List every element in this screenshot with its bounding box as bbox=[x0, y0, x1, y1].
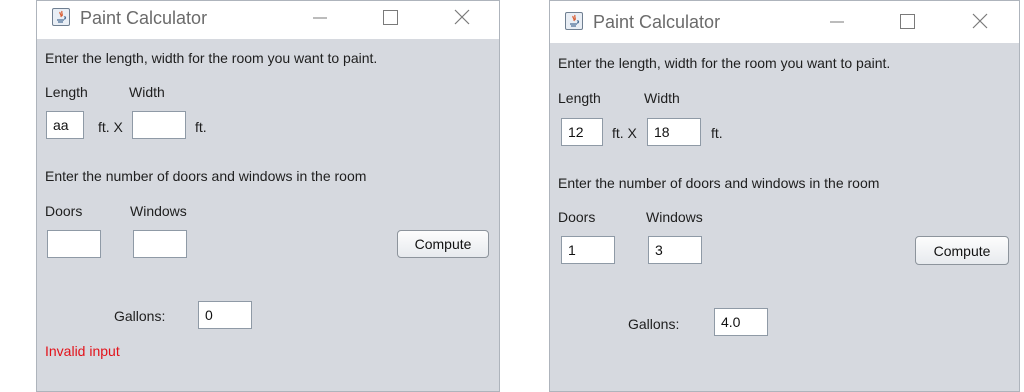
length-input[interactable] bbox=[561, 118, 603, 146]
windows-input[interactable] bbox=[648, 236, 702, 264]
java-app-icon bbox=[565, 12, 583, 30]
maximize-icon[interactable] bbox=[375, 6, 405, 30]
title-bar[interactable]: Paint Calculator bbox=[550, 1, 1019, 43]
maximize-icon[interactable] bbox=[892, 10, 922, 34]
gallons-label: Gallons: bbox=[628, 316, 680, 332]
gallons-output[interactable] bbox=[198, 301, 252, 329]
length-label: Length bbox=[45, 84, 88, 100]
dimensions-instructions: Enter the length, width for the room you… bbox=[45, 50, 378, 66]
dimensions-instructions: Enter the length, width for the room you… bbox=[558, 55, 891, 71]
window-title: Paint Calculator bbox=[80, 8, 208, 28]
close-icon[interactable] bbox=[965, 10, 995, 34]
doors-input[interactable] bbox=[561, 236, 615, 264]
length-input[interactable] bbox=[46, 111, 84, 139]
minimize-icon[interactable] bbox=[822, 10, 852, 34]
ft-label: ft. bbox=[711, 125, 723, 141]
close-icon[interactable] bbox=[447, 6, 477, 30]
width-label: Width bbox=[129, 84, 165, 100]
java-app-icon bbox=[52, 8, 70, 26]
content-panel: Enter the length, width for the room you… bbox=[550, 43, 1019, 391]
window-title: Paint Calculator bbox=[593, 12, 721, 32]
gallons-output[interactable] bbox=[714, 308, 768, 336]
doors-label: Doors bbox=[558, 209, 596, 225]
doors-label: Doors bbox=[45, 203, 83, 219]
ft-label: ft. bbox=[195, 119, 207, 135]
content-panel: Enter the length, width for the room you… bbox=[37, 39, 499, 391]
compute-button[interactable]: Compute bbox=[915, 236, 1009, 265]
status-message: Invalid input bbox=[45, 343, 120, 359]
width-label: Width bbox=[644, 90, 680, 106]
openings-instructions: Enter the number of doors and windows in… bbox=[45, 168, 367, 184]
windows-label: Windows bbox=[646, 209, 703, 225]
length-label: Length bbox=[558, 90, 601, 106]
doors-input[interactable] bbox=[47, 230, 101, 258]
title-bar[interactable]: Paint Calculator bbox=[37, 1, 499, 39]
minimize-icon[interactable] bbox=[305, 6, 335, 30]
paint-calculator-window-1: Paint Calculator Enter the length, width… bbox=[36, 0, 500, 392]
width-input[interactable] bbox=[132, 111, 186, 139]
windows-input[interactable] bbox=[133, 230, 187, 258]
paint-calculator-window-2: Paint Calculator Enter the length, width… bbox=[549, 0, 1020, 392]
gallons-label: Gallons: bbox=[114, 308, 166, 324]
compute-button[interactable]: Compute bbox=[397, 230, 489, 258]
ft-x-label: ft. X bbox=[98, 119, 123, 135]
windows-label: Windows bbox=[130, 203, 187, 219]
width-input[interactable] bbox=[647, 118, 701, 146]
ft-x-label: ft. X bbox=[612, 125, 637, 141]
openings-instructions: Enter the number of doors and windows in… bbox=[558, 175, 880, 191]
